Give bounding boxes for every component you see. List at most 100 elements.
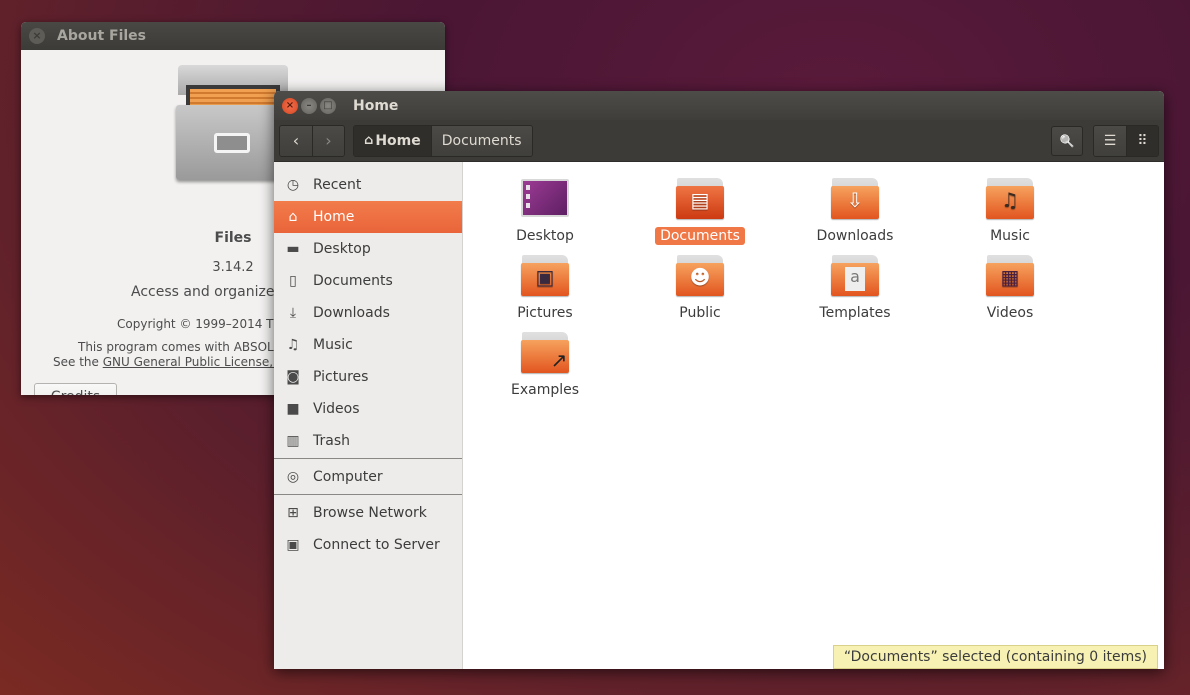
minimize-button[interactable]: – <box>301 97 317 114</box>
sidebar-item-videos[interactable]: ■ Videos <box>274 393 462 425</box>
file-item-music[interactable]: ♫ Music <box>950 178 1070 245</box>
trash-icon: ▥ <box>286 433 300 449</box>
back-button[interactable]: ‹ <box>280 125 312 156</box>
sidebar-item-recent[interactable]: ◷ Recent <box>274 169 462 201</box>
sidebar-item-documents[interactable]: ▯ Documents <box>274 265 462 297</box>
files-window: × – □ Home ‹ › ⌂ Home Documents 🔍 ☰ ⠿ ◷ … <box>274 91 1164 669</box>
path-home-label: Home <box>375 132 421 149</box>
close-button[interactable]: × <box>282 97 298 114</box>
window-titlebar: × – □ Home <box>274 91 1164 120</box>
music-folder-icon: ♫ <box>986 178 1034 220</box>
file-item-videos[interactable]: ▦ Videos <box>950 255 1070 322</box>
forward-button[interactable]: › <box>312 125 344 156</box>
sidebar-item-pictures[interactable]: ◙ Pictures <box>274 361 462 393</box>
home-icon: ⌂ <box>288 209 298 225</box>
file-item-downloads[interactable]: ⇩ Downloads <box>795 178 915 245</box>
file-view: Desktop ▤ Documents ⇩ Downloads ♫ Music … <box>463 162 1164 669</box>
documents-folder-icon: ▤ <box>676 178 724 220</box>
camera-icon: ◙ <box>286 369 300 385</box>
search-button[interactable]: 🔍 <box>1051 125 1083 156</box>
desktop-folder-icon <box>521 178 569 220</box>
sidebar-item-label: Home <box>313 209 355 225</box>
sidebar-item-browse-network[interactable]: ⊞ Browse Network <box>274 497 462 529</box>
file-item-label: Videos <box>986 305 1034 321</box>
list-icon: ☰ <box>1103 132 1117 149</box>
sidebar-item-label: Connect to Server <box>313 537 440 553</box>
toolbar: ‹ › ⌂ Home Documents 🔍 ☰ ⠿ <box>274 120 1164 162</box>
about-license-prefix: See the <box>53 355 103 369</box>
computer-icon: ◎ <box>286 469 300 485</box>
toolbar-right: 🔍 ☰ ⠿ <box>1051 124 1159 157</box>
sidebar-separator <box>274 458 462 460</box>
about-version: 3.14.2 <box>212 260 254 275</box>
sidebar-item-music[interactable]: ♫ Music <box>274 329 462 361</box>
file-item-examples[interactable]: ↗ Examples <box>485 332 605 399</box>
file-cabinet-icon <box>176 65 290 185</box>
sidebar-item-label: Documents <box>313 273 393 289</box>
nav-buttons: ‹ › <box>279 124 345 157</box>
file-item-label: Examples <box>510 382 580 398</box>
file-item-label: Pictures <box>517 305 573 321</box>
sidebar-item-connect-to-server[interactable]: ▣ Connect to Server <box>274 529 462 561</box>
templates-folder-icon: a <box>831 255 879 297</box>
sidebar-item-label: Music <box>313 337 353 353</box>
folder-icon: ▬ <box>286 241 300 257</box>
path-documents-label: Documents <box>441 132 522 149</box>
grid-view-button[interactable]: ⠿ <box>1126 125 1158 156</box>
file-item-pictures[interactable]: ▣ Pictures <box>485 255 605 322</box>
main-area: ◷ Recent ⌂ Home ▬ Desktop ▯ Documents ⤓ Downl… <box>274 162 1164 669</box>
public-folder-icon: ☻ <box>676 255 724 297</box>
clock-icon: ◷ <box>286 177 300 193</box>
sidebar-item-label: Pictures <box>313 369 369 385</box>
about-license-text: This program comes with ABSOLUT <box>78 340 290 354</box>
sidebar-item-computer[interactable]: ◎ Computer <box>274 461 462 493</box>
sidebar-item-label: Downloads <box>313 305 390 321</box>
music-icon: ♫ <box>286 337 300 353</box>
path-bar: ⌂ Home Documents <box>353 124 533 157</box>
sidebar-item-desktop[interactable]: ▬ Desktop <box>274 233 462 265</box>
sidebar-item-label: Recent <box>313 177 362 193</box>
path-home-button[interactable]: ⌂ Home <box>354 125 431 156</box>
network-icon: ⊞ <box>287 505 299 521</box>
sidebar-item-label: Trash <box>313 433 350 449</box>
search-icon: 🔍 <box>1059 133 1075 148</box>
window-title: Home <box>353 97 399 114</box>
about-titlebar: × About Files <box>21 22 445 50</box>
video-icon: ■ <box>286 401 300 417</box>
sidebar-item-trash[interactable]: ▥ Trash <box>274 425 462 457</box>
file-item-desktop[interactable]: Desktop <box>485 178 605 245</box>
about-app-name: Files <box>214 230 252 246</box>
document-icon: ▯ <box>289 273 297 289</box>
sidebar-separator <box>274 494 462 496</box>
credits-button[interactable]: Credits <box>34 383 117 395</box>
downloads-folder-icon: ⇩ <box>831 178 879 220</box>
license-link[interactable]: GNU General Public License, ver <box>103 355 297 369</box>
file-item-label: Documents <box>655 227 745 245</box>
sidebar: ◷ Recent ⌂ Home ▬ Desktop ▯ Documents ⤓ Downl… <box>274 162 463 669</box>
sidebar-item-home[interactable]: ⌂ Home <box>274 201 462 233</box>
status-bar: “Documents” selected (containing 0 items… <box>832 645 1158 669</box>
path-documents-button[interactable]: Documents <box>430 125 532 156</box>
about-close-button[interactable]: × <box>29 28 45 44</box>
file-item-label: Music <box>990 228 1030 244</box>
sidebar-item-label: Desktop <box>313 241 371 257</box>
chevron-right-icon: › <box>325 131 332 150</box>
file-item-label: Public <box>679 305 721 321</box>
sidebar-item-label: Browse Network <box>313 505 427 521</box>
pictures-folder-icon: ▣ <box>521 255 569 297</box>
examples-folder-icon: ↗ <box>521 332 569 374</box>
file-item-templates[interactable]: a Templates <box>795 255 915 322</box>
about-title: About Files <box>57 28 146 44</box>
grid-icon: ⠿ <box>1137 132 1148 149</box>
download-icon: ⤓ <box>289 305 297 321</box>
file-item-label: Downloads <box>816 228 894 244</box>
file-item-label: Desktop <box>516 228 574 244</box>
sidebar-item-downloads[interactable]: ⤓ Downloads <box>274 297 462 329</box>
videos-folder-icon: ▦ <box>986 255 1034 297</box>
file-item-public[interactable]: ☻ Public <box>640 255 760 322</box>
about-description: Access and organize y <box>131 284 288 300</box>
list-view-button[interactable]: ☰ <box>1094 125 1126 156</box>
file-item-documents[interactable]: ▤ Documents <box>640 178 760 245</box>
file-item-label: Templates <box>819 305 891 321</box>
maximize-button[interactable]: □ <box>320 97 336 114</box>
